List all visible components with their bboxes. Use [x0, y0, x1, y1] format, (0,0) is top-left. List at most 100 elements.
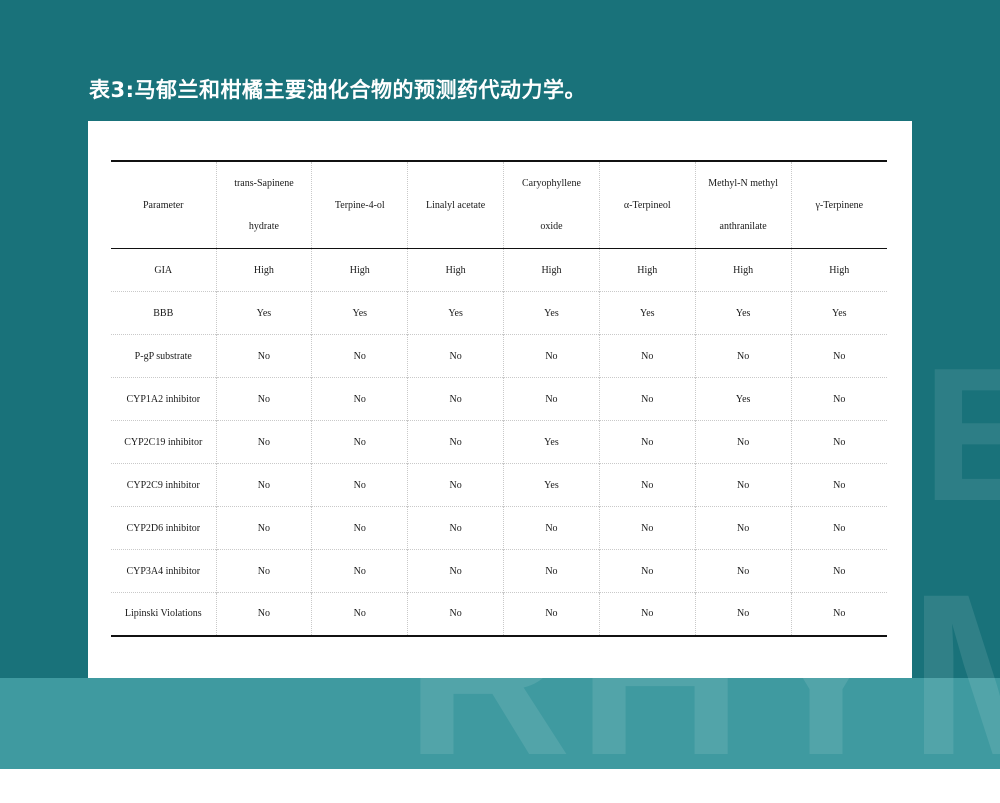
column-header: Linalyl acetate: [407, 161, 505, 249]
table-row: P-gP substrate No No No No No No No: [111, 334, 887, 378]
table-cell: No: [311, 549, 409, 593]
column-header-line2: oxide: [540, 221, 563, 232]
row-parameter-label: BBB: [111, 291, 217, 335]
column-header: Terpine-4-ol: [311, 161, 409, 249]
column-header-line1: α-Terpineol: [623, 199, 671, 211]
table-cell: No: [311, 377, 409, 421]
table-cell: Yes: [311, 291, 409, 335]
table-cell: No: [216, 420, 313, 464]
table-cell: Yes: [503, 420, 600, 464]
table-cell: No: [503, 549, 600, 593]
row-parameter-label: GIA: [111, 248, 217, 292]
table-cell: High: [695, 248, 792, 292]
table-cell: Yes: [695, 291, 792, 335]
row-parameter-label: CYP2D6 inhibitor: [111, 506, 217, 550]
table-cell: No: [599, 334, 696, 378]
table-cell: Yes: [695, 377, 792, 421]
table-cell: No: [695, 334, 792, 378]
table-cell: No: [407, 506, 505, 550]
table-cell: No: [833, 393, 846, 405]
table-cell: Yes: [503, 291, 600, 335]
column-header-line1: Methyl-N methyl: [708, 178, 778, 189]
table-row: CYP1A2 inhibitor No No No No No Yes No: [111, 377, 887, 421]
row-parameter-label: CYP3A4 inhibitor: [111, 549, 217, 593]
table-cell: No: [311, 334, 409, 378]
table-cell: No: [407, 549, 505, 593]
watermark-letter: E: [922, 329, 1000, 541]
table-cell: No: [599, 549, 696, 593]
table-cell: High: [599, 248, 696, 292]
table-cell: Yes: [503, 463, 600, 507]
column-header-line1: γ-Terpinene: [815, 199, 864, 211]
table-cell: No: [216, 377, 313, 421]
table-row: GIA High High High High High High High: [111, 248, 887, 292]
table-cell: No: [216, 592, 313, 636]
table-cell: No: [599, 377, 696, 421]
table-cell: High: [311, 248, 409, 292]
table-cell: No: [216, 463, 313, 507]
table-cell: No: [599, 420, 696, 464]
table-row: CYP3A4 inhibitor No No No No No No No: [111, 549, 887, 593]
table-cell: No: [833, 565, 846, 577]
column-header: Caryophyllene oxide: [503, 161, 600, 249]
table-cell: No: [311, 506, 409, 550]
table-row: CYP2D6 inhibitor No No No No No No No: [111, 506, 887, 550]
table-row: CYP2C9 inhibitor No No No Yes No No No: [111, 463, 887, 507]
column-header: γ-Terpinene: [791, 161, 887, 249]
table-cell: No: [695, 549, 792, 593]
column-header-line2: anthranilate: [719, 221, 767, 232]
column-header-line1: Terpine-4-ol: [334, 199, 385, 211]
table-cell: High: [503, 248, 600, 292]
row-parameter-label: Lipinski Violations: [111, 592, 217, 636]
table-title: 表3:马郁兰和柑橘主要油化合物的预测药代动力学。: [89, 78, 587, 102]
table-cell: No: [503, 592, 600, 636]
column-header: trans-Sapinene hydrate: [216, 161, 313, 249]
table-cell: No: [695, 592, 792, 636]
table-cell: No: [503, 506, 600, 550]
table-cell: No: [833, 522, 846, 534]
table-row: BBB Yes Yes Yes Yes Yes Yes Yes: [111, 291, 887, 335]
table-panel: Parameter trans-Sapinene hydrate Terpine-4-…: [88, 121, 912, 678]
table-cell: No: [599, 463, 696, 507]
row-parameter-label: CYP2C19 inhibitor: [111, 420, 217, 464]
row-parameter-label: P-gP substrate: [111, 334, 217, 378]
table-row: Lipinski Violations No No No No No No No: [111, 592, 887, 636]
table-body: GIA High High High High High High High BBB Yes Yes…: [111, 248, 887, 636]
table-cell: No: [599, 506, 696, 550]
table-cell: No: [311, 463, 409, 507]
table-cell: No: [833, 608, 846, 620]
table-cell: No: [833, 436, 846, 448]
table-cell: Yes: [599, 291, 696, 335]
table-cell: No: [216, 549, 313, 593]
table-cell: High: [829, 264, 850, 276]
column-header: Methyl-N methyl anthranilate: [695, 161, 792, 249]
table-cell: No: [311, 420, 409, 464]
table-cell: No: [503, 334, 600, 378]
table-cell: No: [833, 350, 846, 362]
table-cell: No: [833, 479, 846, 491]
table-cell: No: [695, 420, 792, 464]
column-header: α-Terpineol: [599, 161, 696, 249]
pharmacokinetics-table: Parameter trans-Sapinene hydrate Terpine-4-…: [111, 160, 887, 637]
table-cell: No: [311, 592, 409, 636]
table-cell: No: [599, 592, 696, 636]
table-cell: High: [216, 248, 313, 292]
table-cell: No: [407, 334, 505, 378]
column-header-line1: Linalyl acetate: [426, 199, 486, 211]
column-header-line1: trans-Sapinene: [234, 178, 294, 189]
table-row: CYP2C19 inhibitor No No No Yes No No No: [111, 420, 887, 464]
column-header-line1: Parameter: [142, 199, 184, 211]
table-cell: No: [695, 506, 792, 550]
table-cell: High: [407, 248, 505, 292]
table-cell: No: [407, 420, 505, 464]
table-cell: Yes: [407, 291, 505, 335]
table-cell: No: [216, 334, 313, 378]
table-cell: Yes: [216, 291, 313, 335]
table-cell: No: [695, 463, 792, 507]
column-header: Parameter: [111, 161, 217, 249]
header-row: Parameter trans-Sapinene hydrate Terpine-4-…: [111, 161, 887, 249]
table-cell: No: [407, 463, 505, 507]
table-cell: No: [503, 377, 600, 421]
column-header-line2: hydrate: [248, 221, 279, 232]
table-cell: No: [216, 506, 313, 550]
